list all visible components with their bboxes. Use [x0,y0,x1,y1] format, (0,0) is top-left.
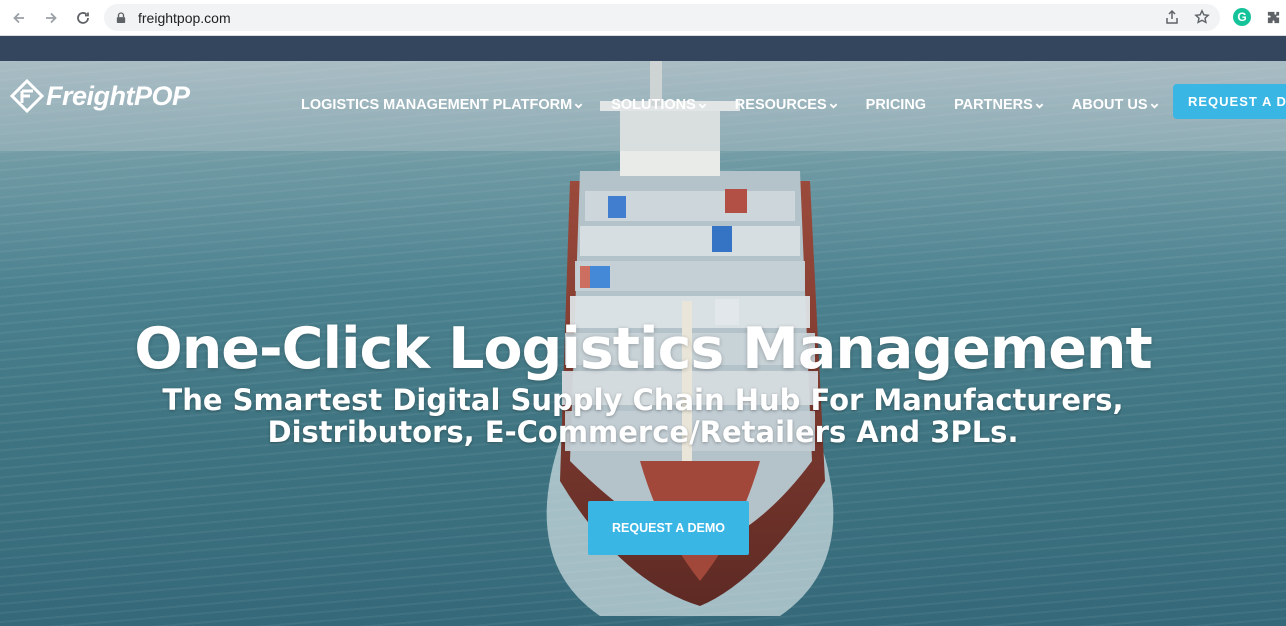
request-demo-button[interactable]: REQUEST A DEMO [588,501,749,555]
chevron-down-icon [698,103,707,109]
share-icon[interactable] [1164,9,1180,30]
lock-icon [116,11,128,25]
chevron-down-icon [1150,103,1158,109]
nav-partners[interactable]: PARTNERS [954,97,1044,113]
reload-icon[interactable] [70,5,96,31]
nav-pricing[interactable]: PRICING [866,97,926,113]
nav-label: SOLUTIONS [611,97,696,113]
hero-subtitle: The Smartest Digital Supply Chain Hub Fo… [0,384,1286,448]
nav-about-us[interactable]: ABOUT US [1072,97,1159,113]
back-icon[interactable] [6,5,32,31]
nav-label: ABOUT US [1071,97,1148,113]
main-navigation: LOGISTICS MANAGEMENT PLATFORM SOLUTIONS … [301,97,1187,113]
nav-label: LOGISTICS MANAGEMENT PLATFORM [301,97,573,113]
browser-toolbar: freightpop.com G [0,0,1286,36]
address-bar[interactable]: freightpop.com [104,4,1220,31]
hero-subtitle-line-1: The Smartest Digital Supply Chain Hub Fo… [162,383,1124,417]
nav-solutions[interactable]: SOLUTIONS [611,97,707,113]
forward-icon[interactable] [38,5,64,31]
request-demo-header-button[interactable]: REQUEST A DE [1173,84,1286,119]
hero-title: One-Click Logistics Management [134,316,1152,382]
freightpop-logo-icon [10,79,44,113]
extensions-puzzle-icon[interactable] [1264,8,1282,26]
nav-label: RESOURCES [734,97,827,113]
chevron-down-icon [1035,103,1044,109]
chevron-down-icon [829,103,837,109]
grammarly-extension-icon[interactable]: G [1233,8,1251,26]
logo-text: FreightPOP [46,80,190,111]
nav-resources[interactable]: RESOURCES [735,97,838,113]
hero-subtitle-line-2: Distributors, E-Commerce/Retailers And 3… [267,415,1019,449]
hero-section: FreightPOP LOGISTICS MANAGEMENT PLATFORM… [0,61,1286,626]
nav-logistics-management-platform[interactable]: LOGISTICS MANAGEMENT PLATFORM [301,97,583,113]
nav-label: PRICING [865,97,927,113]
nav-label: PARTNERS [954,97,1033,113]
bookmark-star-icon[interactable] [1194,9,1210,30]
top-announcement-strip [0,36,1286,61]
freightpop-logo[interactable]: FreightPOP [10,79,190,113]
url-text: freightpop.com [138,9,231,26]
chevron-down-icon [574,103,583,109]
